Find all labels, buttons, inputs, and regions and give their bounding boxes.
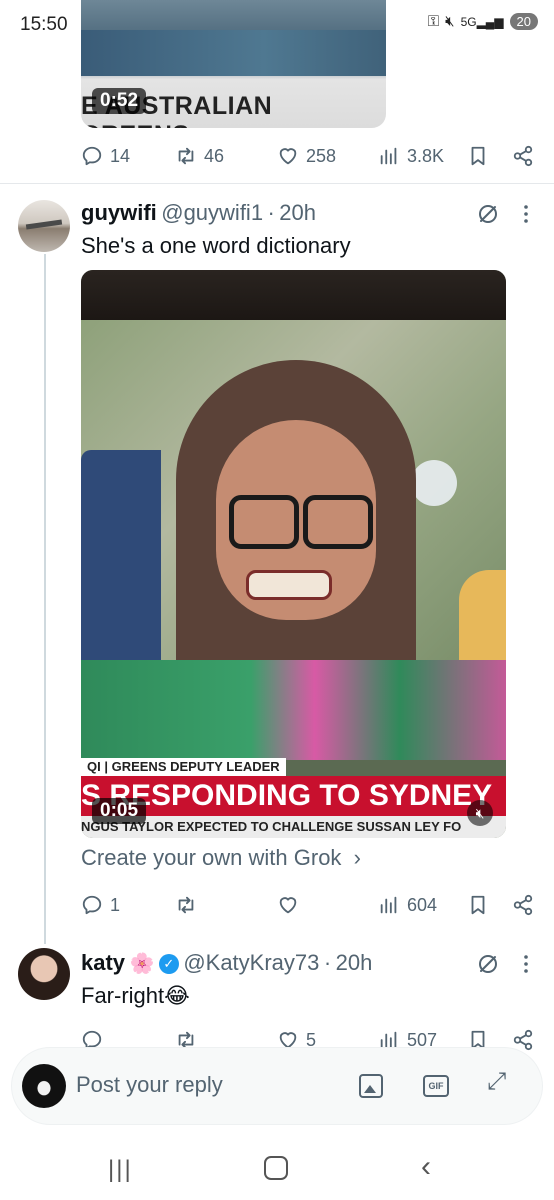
key-icon: ⚿ xyxy=(427,13,440,30)
user-handle[interactable]: @guywifi1 xyxy=(161,200,263,225)
chevron-right-icon: › xyxy=(353,845,361,870)
bookmark-icon[interactable] xyxy=(467,894,489,916)
grok-link[interactable]: Create your own with Grok › xyxy=(81,845,361,871)
views-count: 3.8K xyxy=(407,145,445,166)
reply-icon xyxy=(81,145,103,167)
laughing-emoji: 😂 xyxy=(164,983,190,1008)
gif-icon[interactable]: GIF xyxy=(423,1075,449,1097)
repost-count: 46 xyxy=(204,145,225,166)
more-icon[interactable] xyxy=(514,202,538,226)
display-name[interactable]: guywifi xyxy=(81,200,157,225)
tweet-header: guywifi @guywifi1 · 20h xyxy=(81,200,316,226)
repost-icon xyxy=(175,894,197,916)
repost-button[interactable]: 46 xyxy=(175,145,224,167)
expand-icon[interactable]: ⤢ xyxy=(487,1068,506,1096)
share-icon[interactable] xyxy=(512,894,534,916)
reply-button[interactable]: 14 xyxy=(81,145,130,167)
reply-input[interactable]: Post your reply xyxy=(76,1072,223,1098)
more-icon[interactable] xyxy=(514,952,538,976)
avatar[interactable] xyxy=(18,200,70,252)
reply-count: 1 xyxy=(110,894,121,915)
grok-icon[interactable] xyxy=(476,202,500,226)
like-button[interactable] xyxy=(277,894,306,916)
reply-composer[interactable]: Post your reply GIF ⤢ xyxy=(12,1048,542,1124)
system-navigation-bar: ||| ‹ xyxy=(0,1138,554,1200)
signal-icon: 5G▂▄▆ xyxy=(460,14,504,29)
tweet-time: 20h xyxy=(335,950,373,975)
tweet-text: Far-right😂 xyxy=(81,983,190,1008)
tweet-video[interactable]: QI | GREENS DEPUTY LEADER S RESPONDING T… xyxy=(81,270,506,838)
separator-dot: · xyxy=(267,200,275,225)
divider xyxy=(0,183,554,184)
name-emoji: 🌸 xyxy=(129,953,155,975)
share-icon[interactable] xyxy=(512,145,534,167)
share-icon[interactable] xyxy=(512,1029,534,1051)
grok-icon[interactable] xyxy=(476,952,500,976)
separator-dot: · xyxy=(323,950,332,975)
display-name[interactable]: katy xyxy=(81,950,125,975)
tweet-header: katy 🌸 ✓ @KatyKray73 · 20h xyxy=(81,950,372,976)
system-icons: ⚿ 🔇︎ 5G▂▄▆ 20 xyxy=(428,13,538,30)
previous-tweet-video[interactable]: E AUSTRALIAN GREENS 0:52 xyxy=(81,0,386,128)
like-count: 258 xyxy=(306,145,337,166)
views-count: 604 xyxy=(407,894,438,915)
tweet-time: 20h xyxy=(279,200,317,225)
home-icon[interactable] xyxy=(264,1156,288,1180)
bookmark-icon[interactable] xyxy=(467,145,489,167)
thread-line xyxy=(44,254,46,944)
avatar xyxy=(22,1064,66,1108)
grok-link-text: Create your own with Grok xyxy=(81,845,342,870)
tweet-text: She's a one word dictionary xyxy=(81,233,351,258)
views-button[interactable]: 604 xyxy=(378,894,437,916)
video-frame xyxy=(81,30,386,76)
like-icon xyxy=(277,894,299,916)
status-time: 15:50 xyxy=(20,14,68,35)
previous-tweet-actions: 14 46 258 3.8K xyxy=(81,144,536,168)
reply-count: 14 xyxy=(110,145,131,166)
views-icon xyxy=(378,145,400,167)
mute-icon: 🔇︎ xyxy=(445,13,455,30)
views-icon xyxy=(378,894,400,916)
tweet-actions: 1 604 xyxy=(81,893,536,917)
video-timestamp: 0:52 xyxy=(92,88,147,114)
video-timestamp: 0:05 xyxy=(92,798,147,824)
verified-icon: ✓ xyxy=(158,954,179,974)
lower-third-label: QI | GREENS DEPUTY LEADER xyxy=(81,758,286,776)
recent-apps-icon[interactable]: ||| xyxy=(108,1156,133,1184)
repost-button[interactable] xyxy=(175,894,204,916)
reply-icon xyxy=(81,894,103,916)
battery-indicator: 20 xyxy=(509,13,538,30)
avatar[interactable] xyxy=(18,948,70,1000)
reply-button[interactable]: 1 xyxy=(81,894,120,916)
like-button[interactable]: 258 xyxy=(277,145,336,167)
image-icon[interactable] xyxy=(359,1074,383,1098)
views-button[interactable]: 3.8K xyxy=(378,145,444,167)
back-icon[interactable]: ‹ xyxy=(421,1150,431,1184)
like-icon xyxy=(277,145,299,167)
mute-icon[interactable]: 🔇︎ xyxy=(467,800,493,826)
repost-icon xyxy=(175,145,197,167)
user-handle[interactable]: @KatyKray73 xyxy=(183,950,319,975)
